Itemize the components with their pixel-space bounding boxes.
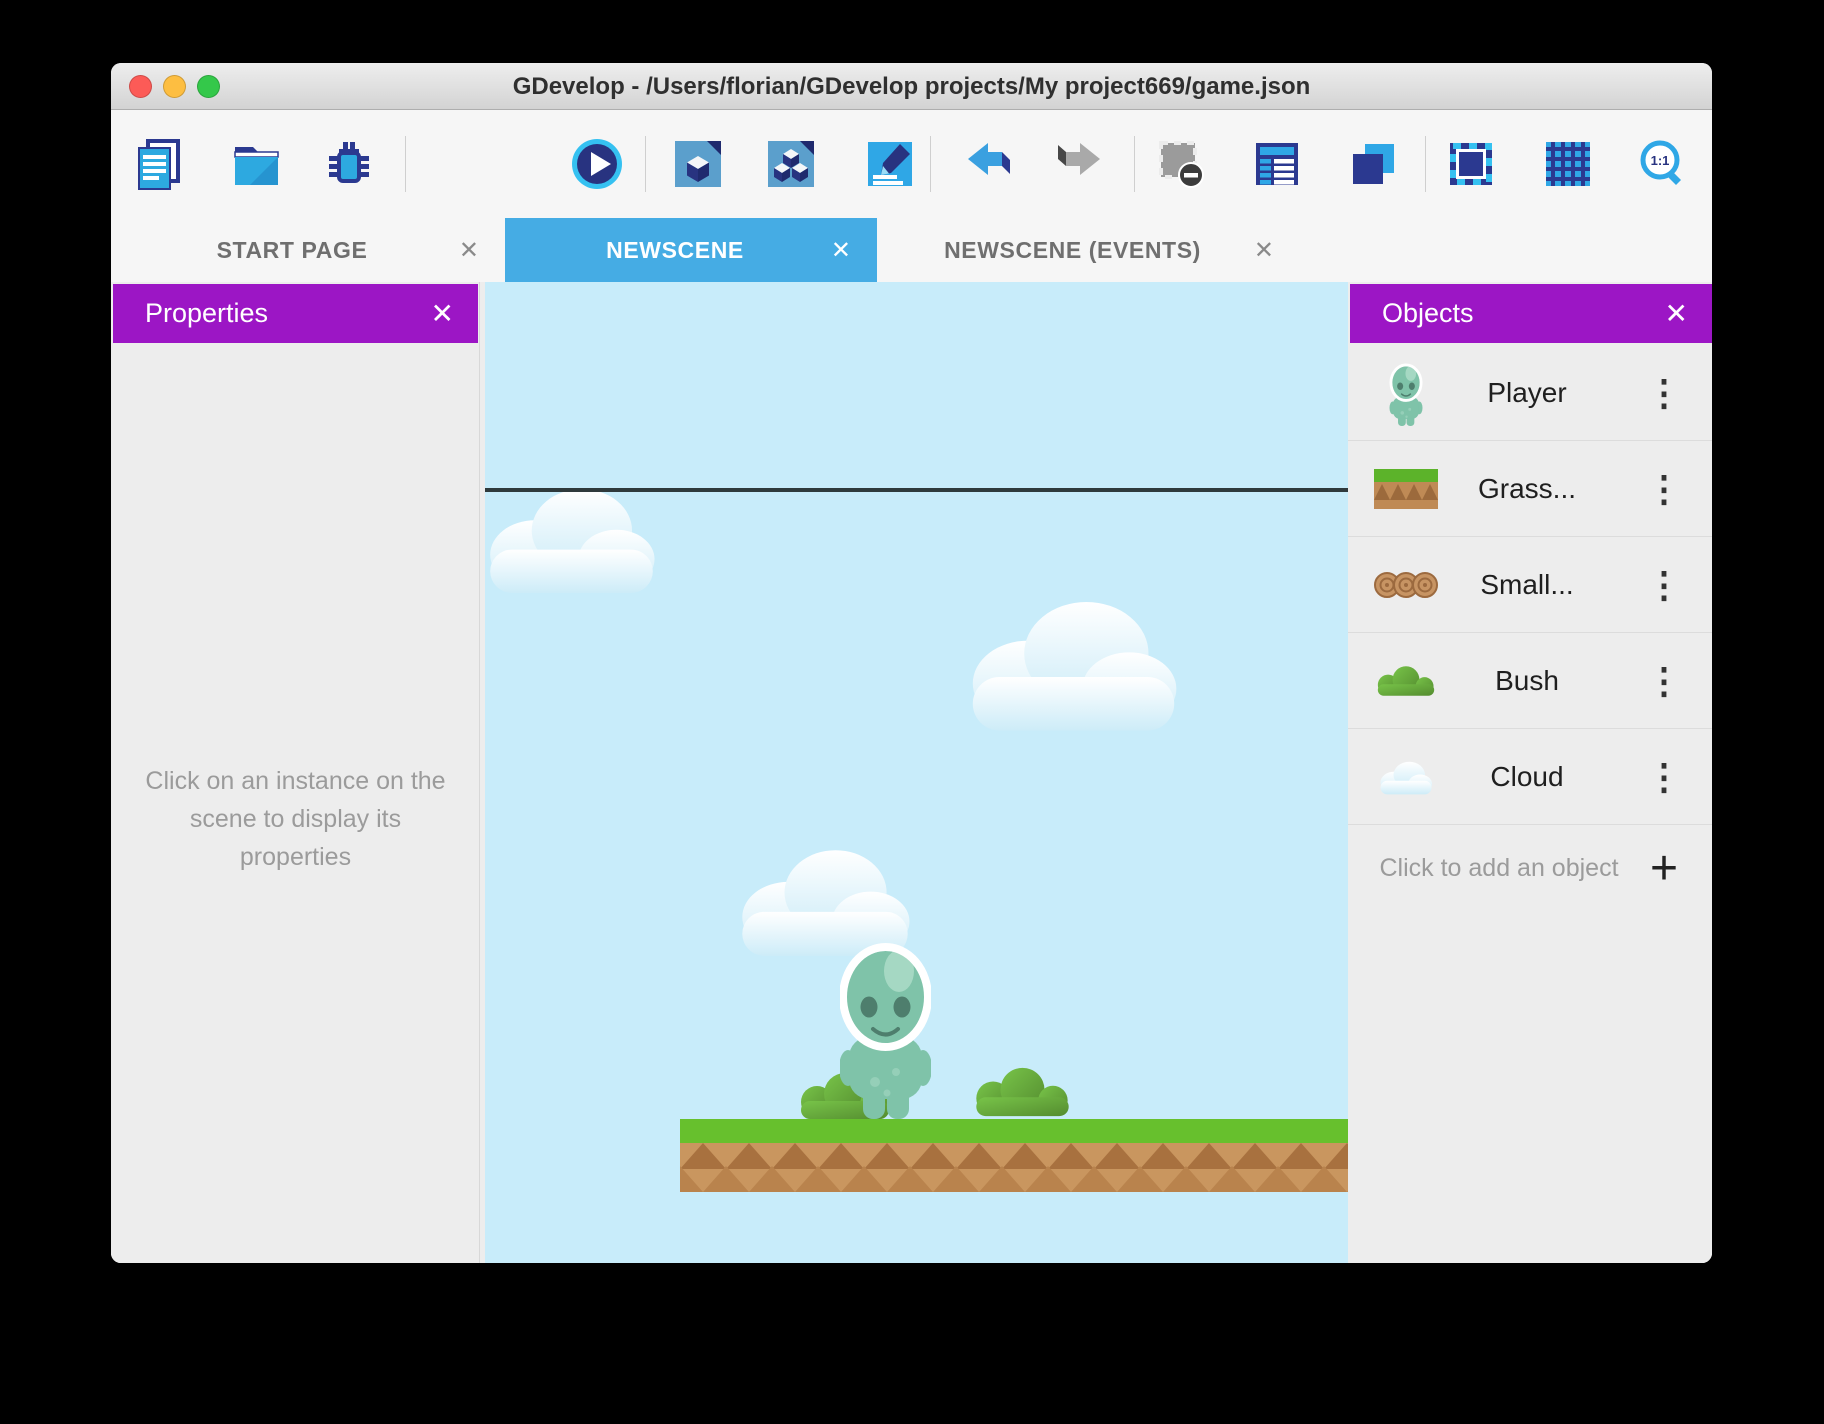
bush-icon (1373, 666, 1438, 696)
object-row-cloud[interactable]: Cloud⋮ (1348, 729, 1712, 825)
toolbar-button-debug-bug[interactable] (322, 135, 376, 193)
object-row-small[interactable]: Small...⋮ (1348, 537, 1712, 633)
tab-bar: START PAGE✕NEWSCENE✕NEWSCENE (EVENTS)✕ (111, 218, 1712, 282)
toolbar-separator (645, 136, 646, 192)
object-label: Bush (1438, 665, 1616, 697)
properties-hint-text: Click on an instance on the scene to dis… (141, 762, 450, 876)
debug-bug-icon (322, 137, 376, 191)
toolbar-button-objects-cubes[interactable] (764, 135, 818, 193)
object-menu-dots-icon[interactable]: ⋮ (1616, 468, 1712, 510)
play-icon (570, 137, 624, 191)
object-label: Player (1438, 377, 1616, 409)
redo-icon (1052, 137, 1106, 191)
object-row-player[interactable]: Player⋮ (1348, 345, 1712, 441)
main-content: Properties ✕ Click on an instance on the… (111, 282, 1712, 1263)
scene-instance-ground[interactable] (680, 1119, 1348, 1192)
tab-start-page[interactable]: START PAGE✕ (111, 218, 505, 282)
toolbar-button-deselect[interactable] (1153, 135, 1207, 193)
add-object-label: Click to add an object (1374, 849, 1624, 887)
scene-instance-cloud[interactable] (490, 489, 654, 593)
edit-note-icon (863, 137, 917, 191)
toolbar-separator (405, 136, 406, 192)
tab-close-icon[interactable]: ✕ (1242, 236, 1274, 265)
object-label: Grass... (1438, 473, 1616, 505)
toolbar-button-grid[interactable] (1541, 135, 1595, 193)
scene-instances (490, 489, 1348, 1192)
player-icon (1373, 360, 1438, 426)
toolbar-button-instances-list[interactable] (1250, 135, 1304, 193)
toolbar-button-open-folder[interactable] (229, 135, 283, 193)
properties-panel-title: Properties (145, 298, 431, 329)
wood-logs-icon (1373, 572, 1438, 598)
scene-instance-cloud[interactable] (973, 602, 1177, 731)
toolbar-button-scene-cube[interactable] (671, 135, 725, 193)
grass-platform-icon (1373, 469, 1438, 509)
scene-canvas[interactable] (485, 282, 1348, 1263)
tab-newscene[interactable]: NEWSCENE✕ (505, 218, 877, 282)
toolbar-button-undo[interactable] (962, 135, 1016, 193)
deselect-icon (1153, 137, 1207, 191)
tab-label: NEWSCENE (EVENTS) (903, 237, 1242, 264)
objects-panel-title: Objects (1382, 298, 1665, 329)
tab-label: NEWSCENE (531, 237, 819, 264)
object-menu-dots-icon[interactable]: ⋮ (1616, 660, 1712, 702)
grid-icon (1541, 137, 1595, 191)
object-menu-dots-icon[interactable]: ⋮ (1616, 756, 1712, 798)
toolbar-separator (930, 136, 931, 192)
mask-icon (1444, 137, 1498, 191)
objects-cubes-icon (764, 137, 818, 191)
plus-icon: + (1650, 841, 1678, 896)
toolbar-separator (1134, 136, 1135, 192)
toolbar-button-play[interactable] (570, 135, 624, 193)
toolbar-button-layers[interactable] (1346, 135, 1400, 193)
tab-close-icon[interactable]: ✕ (819, 236, 851, 265)
scene-instance-bush[interactable] (976, 1068, 1068, 1116)
toolbar-button-mask[interactable] (1444, 135, 1498, 193)
screen-background: GDevelop - /Users/florian/GDevelop proje… (0, 0, 1824, 1424)
toolbar-separator (1425, 136, 1426, 192)
cloud-icon (1373, 758, 1438, 796)
objects-panel-header: Objects ✕ (1350, 284, 1712, 343)
open-folder-icon (229, 137, 283, 191)
object-row-grass[interactable]: Grass...⋮ (1348, 441, 1712, 537)
objects-panel: Objects ✕ Player⋮Grass...⋮Small...⋮Bush⋮… (1348, 282, 1712, 1263)
toolbar (111, 110, 1712, 218)
properties-panel: Properties ✕ Click on an instance on the… (111, 282, 480, 1263)
toolbar-button-zoom-1-1[interactable] (1636, 135, 1690, 193)
scene-render (485, 282, 1348, 1263)
titlebar[interactable]: GDevelop - /Users/florian/GDevelop proje… (111, 63, 1712, 110)
scene-window-border-line (485, 488, 1348, 492)
scene-instance-cloud[interactable] (742, 850, 909, 956)
object-menu-dots-icon[interactable]: ⋮ (1616, 564, 1712, 606)
object-menu-dots-icon[interactable]: ⋮ (1616, 372, 1712, 414)
close-icon[interactable]: ✕ (431, 300, 454, 328)
tab-close-icon[interactable]: ✕ (447, 236, 479, 265)
toolbar-button-edit-note[interactable] (863, 135, 917, 193)
scene-cube-icon (671, 137, 725, 191)
undo-icon (962, 137, 1016, 191)
tab-newscene-events[interactable]: NEWSCENE (EVENTS)✕ (877, 218, 1300, 282)
add-object-button[interactable]: Click to add an object + (1348, 825, 1712, 945)
tab-label: START PAGE (137, 237, 447, 264)
toolbar-button-documents[interactable] (132, 135, 186, 193)
object-label: Cloud (1438, 761, 1616, 793)
close-icon[interactable]: ✕ (1665, 300, 1688, 328)
instances-list-icon (1250, 137, 1304, 191)
toolbar-button-redo[interactable] (1052, 135, 1106, 193)
zoom-1-1-icon (1636, 137, 1690, 191)
properties-panel-header: Properties ✕ (113, 284, 478, 343)
window-title: GDevelop - /Users/florian/GDevelop proje… (111, 63, 1712, 110)
documents-icon (132, 137, 186, 191)
layers-icon (1346, 137, 1400, 191)
object-label: Small... (1438, 569, 1616, 601)
object-row-bush[interactable]: Bush⋮ (1348, 633, 1712, 729)
gdevelop-window: GDevelop - /Users/florian/GDevelop proje… (111, 63, 1712, 1263)
